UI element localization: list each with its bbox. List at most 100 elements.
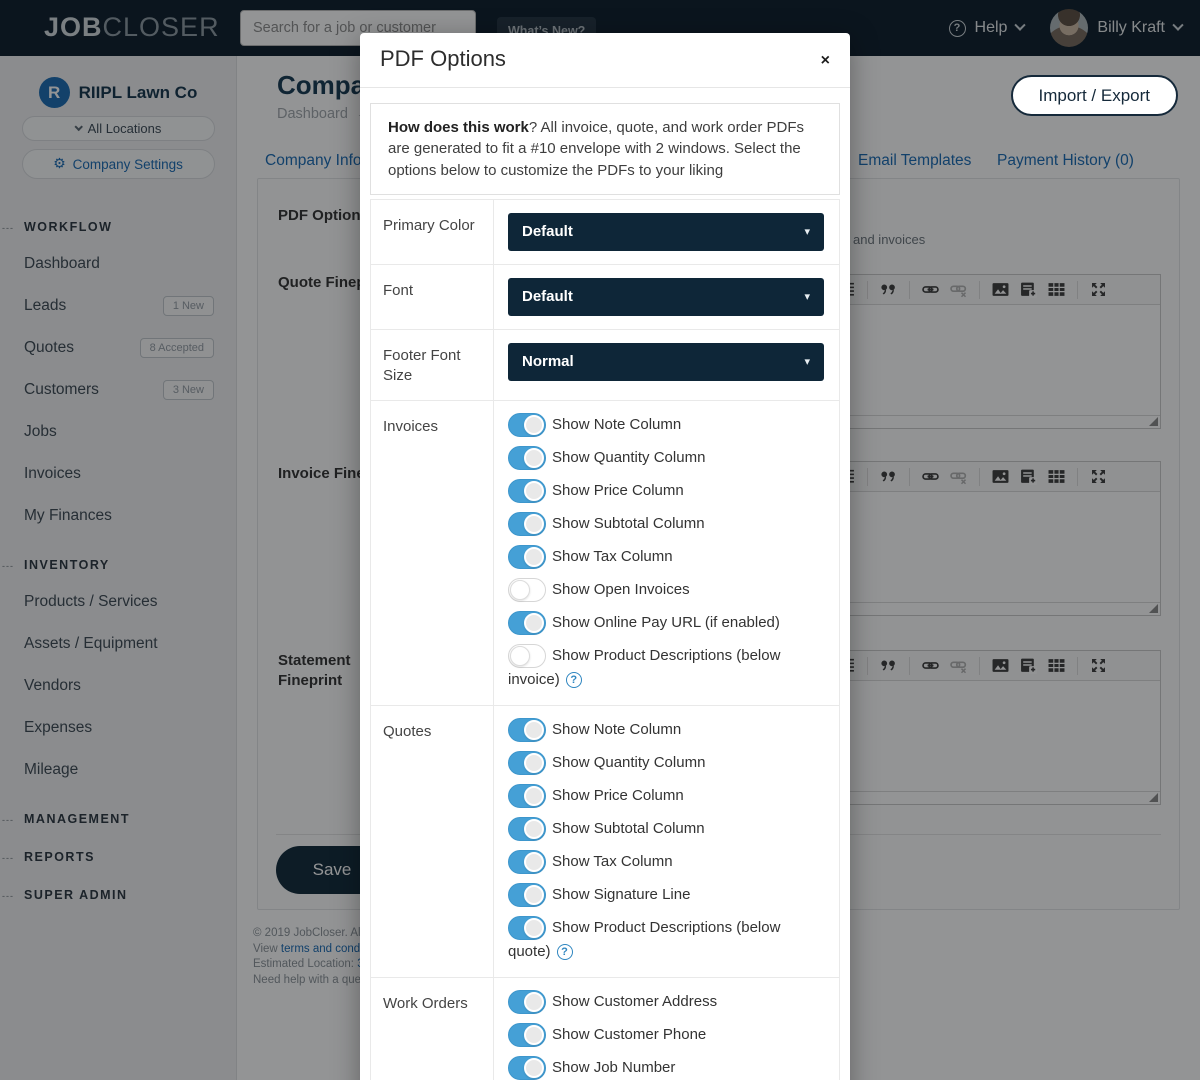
primary-color-control: Default ▾ bbox=[493, 200, 839, 264]
close-icon[interactable]: × bbox=[821, 53, 830, 69]
font-row: Font Default ▾ bbox=[371, 265, 839, 330]
font-control: Default ▾ bbox=[493, 265, 839, 329]
toggle-show-price-column[interactable] bbox=[508, 784, 546, 808]
toggle-knob bbox=[524, 786, 544, 806]
toggle-row: Show Quantity Column bbox=[508, 751, 825, 775]
toggle-label: Show Price Column bbox=[552, 482, 684, 499]
toggle-label: Show Price Column bbox=[552, 787, 684, 804]
modal-group-invoices: Invoices Show Note Column Show Quantity Co… bbox=[371, 401, 839, 706]
toggle-row: Show Customer Phone bbox=[508, 1023, 825, 1047]
toggle-row: Show Quantity Column bbox=[508, 446, 825, 470]
modal-group-label: Invoices bbox=[371, 401, 493, 705]
toggle-show-job-number[interactable] bbox=[508, 1056, 546, 1080]
import-export-button[interactable]: Import / Export bbox=[1011, 75, 1178, 116]
toggle-knob bbox=[524, 852, 544, 872]
toggle-show-tax-column[interactable] bbox=[508, 545, 546, 569]
toggle-row: Show Online Pay URL (if enabled) bbox=[508, 611, 825, 635]
toggle-label: Show Customer Phone bbox=[552, 1026, 706, 1043]
toggle-label: Show Subtotal Column bbox=[552, 515, 705, 532]
toggle-label: Show Subtotal Column bbox=[552, 820, 705, 837]
toggle-row: Show Product Descriptions (below quote)? bbox=[508, 916, 825, 964]
toggle-knob bbox=[524, 885, 544, 905]
toggle-knob bbox=[524, 819, 544, 839]
toggle-groups: Invoices Show Note Column Show Quantity Co… bbox=[371, 401, 839, 1080]
toggle-knob bbox=[524, 720, 544, 740]
toggle-show-subtotal-column[interactable] bbox=[508, 512, 546, 536]
toggle-show-subtotal-column[interactable] bbox=[508, 817, 546, 841]
footer-font-size-select[interactable]: Normal ▾ bbox=[508, 343, 824, 381]
toggle-show-customer-phone[interactable] bbox=[508, 1023, 546, 1047]
toggle-knob bbox=[524, 753, 544, 773]
toggle-show-note-column[interactable] bbox=[508, 718, 546, 742]
toggle-row: Show Note Column bbox=[508, 413, 825, 437]
caret-down-icon: ▾ bbox=[804, 290, 810, 303]
toggle-knob bbox=[524, 481, 544, 501]
toggle-show-signature-line[interactable] bbox=[508, 883, 546, 907]
toggle-show-quantity-column[interactable] bbox=[508, 446, 546, 470]
pdf-options-modal: PDF Options × How does this work? All in… bbox=[360, 33, 850, 1080]
toggle-label: Show Note Column bbox=[552, 416, 681, 433]
primary-color-label: Primary Color bbox=[371, 200, 493, 264]
modal-group-label: Quotes bbox=[371, 706, 493, 977]
toggle-show-note-column[interactable] bbox=[508, 413, 546, 437]
toggle-knob bbox=[510, 580, 530, 600]
modal-body: How does this work? All invoice, quote, … bbox=[360, 103, 850, 1080]
toggle-show-customer-address[interactable] bbox=[508, 990, 546, 1014]
toggle-show-open-invoices[interactable] bbox=[508, 578, 546, 602]
modal-header: PDF Options × bbox=[360, 33, 850, 88]
toggle-knob bbox=[524, 547, 544, 567]
toggle-show-online-pay-url-if-enabled[interactable] bbox=[508, 611, 546, 635]
toggle-knob bbox=[524, 514, 544, 534]
toggle-row: Show Price Column bbox=[508, 479, 825, 503]
toggle-knob bbox=[524, 415, 544, 435]
font-label: Font bbox=[371, 265, 493, 329]
modal-group-controls: Show Note Column Show Quantity Column Show… bbox=[493, 401, 839, 705]
font-select[interactable]: Default ▾ bbox=[508, 278, 824, 316]
toggle-label: Show Open Invoices bbox=[552, 581, 690, 598]
modal-group-quotes: Quotes Show Note Column Show Quantity Colu… bbox=[371, 706, 839, 978]
caret-down-icon: ▾ bbox=[804, 225, 810, 238]
toggle-row: Show Price Column bbox=[508, 784, 825, 808]
toggle-label: Show Product Descriptions (below invoice… bbox=[508, 647, 780, 688]
modal-group-work-orders: Work OrdersShow Customer AddressShow Cus… bbox=[371, 978, 839, 1080]
toggle-show-tax-column[interactable] bbox=[508, 850, 546, 874]
toggle-knob bbox=[524, 992, 544, 1012]
toggle-knob bbox=[524, 1058, 544, 1078]
help-icon[interactable]: ? bbox=[566, 672, 582, 688]
help-icon[interactable]: ? bbox=[557, 944, 573, 960]
toggle-label: Show Customer Address bbox=[552, 993, 717, 1010]
toggle-knob bbox=[524, 613, 544, 633]
toggle-label: Show Job Number bbox=[552, 1059, 675, 1076]
caret-down-icon: ▾ bbox=[804, 355, 810, 368]
footer-font-size-label: Footer Font Size bbox=[371, 330, 493, 400]
toggle-row: Show Note Column bbox=[508, 718, 825, 742]
toggle-show-product-descriptions-below-invoice[interactable] bbox=[508, 644, 546, 668]
modal-group-controls: Show Customer Address Show Customer Phone… bbox=[493, 978, 839, 1080]
toggle-row: Show Tax Column bbox=[508, 850, 825, 874]
toggle-label: Show Tax Column bbox=[552, 853, 673, 870]
toggle-row: Show Subtotal Column bbox=[508, 512, 825, 536]
toggle-show-product-descriptions-below-quote[interactable] bbox=[508, 916, 546, 940]
footer-font-size-value: Normal bbox=[522, 353, 574, 370]
footer-font-size-control: Normal ▾ bbox=[493, 330, 839, 400]
font-value: Default bbox=[522, 288, 573, 305]
footer-font-size-row: Footer Font Size Normal ▾ bbox=[371, 330, 839, 401]
info-box: How does this work? All invoice, quote, … bbox=[370, 103, 840, 195]
modal-group-controls: Show Note Column Show Quantity Column Show… bbox=[493, 706, 839, 977]
info-bold-text: How does this work bbox=[388, 119, 529, 136]
primary-color-row: Primary Color Default ▾ bbox=[371, 200, 839, 265]
toggle-show-quantity-column[interactable] bbox=[508, 751, 546, 775]
toggle-row: Show Signature Line bbox=[508, 883, 825, 907]
pdf-options-table: Primary Color Default ▾ Font Default ▾ bbox=[370, 199, 840, 1080]
toggle-row: Show Open Invoices bbox=[508, 578, 825, 602]
toggle-label: Show Quantity Column bbox=[552, 449, 705, 466]
primary-color-select[interactable]: Default ▾ bbox=[508, 213, 824, 251]
toggle-row: Show Customer Address bbox=[508, 990, 825, 1014]
toggle-label: Show Quantity Column bbox=[552, 754, 705, 771]
toggle-label: Show Note Column bbox=[552, 721, 681, 738]
toggle-label: Show Online Pay URL (if enabled) bbox=[552, 614, 780, 631]
toggle-show-price-column[interactable] bbox=[508, 479, 546, 503]
modal-title: PDF Options bbox=[380, 46, 506, 71]
modal-group-label: Work Orders bbox=[371, 978, 493, 1080]
toggle-label: Show Tax Column bbox=[552, 548, 673, 565]
